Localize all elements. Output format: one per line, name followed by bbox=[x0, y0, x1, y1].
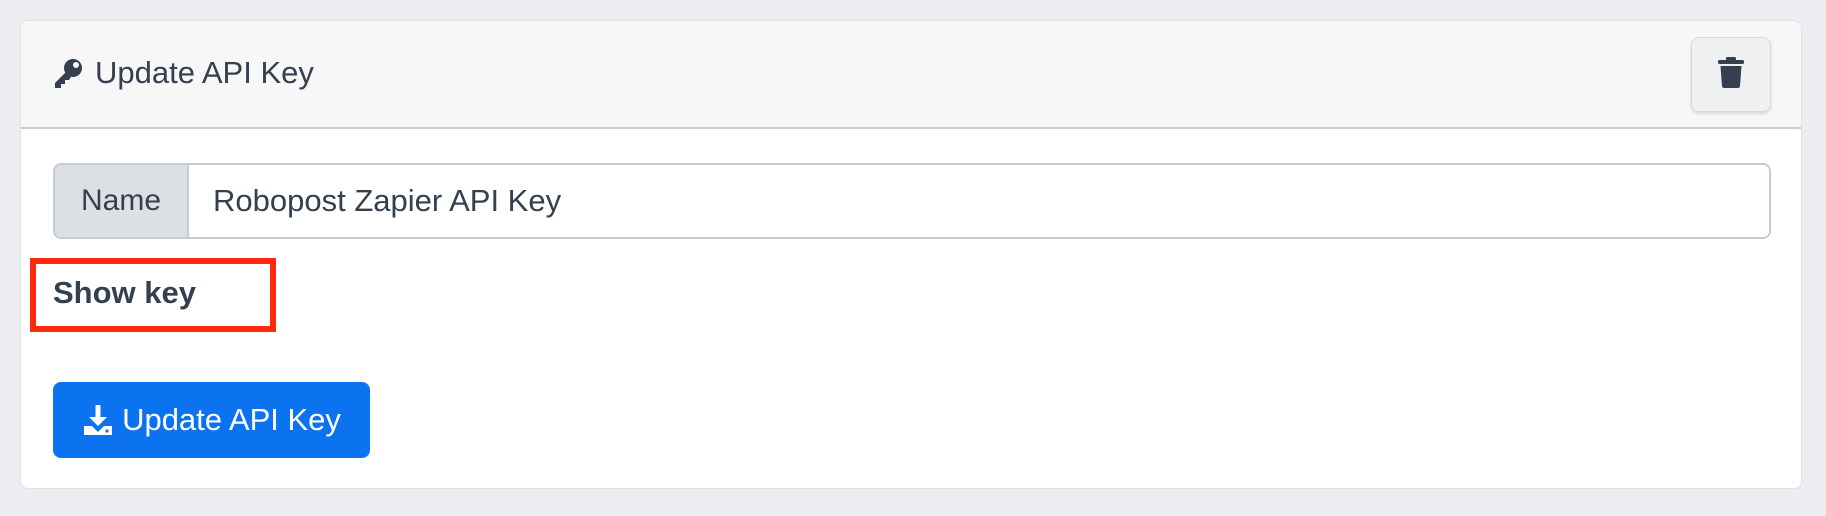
show-key-toggle[interactable]: Show key bbox=[53, 275, 196, 311]
delete-button[interactable] bbox=[1691, 37, 1771, 112]
name-input[interactable] bbox=[189, 165, 1769, 237]
card-header: Update API Key bbox=[21, 21, 1801, 129]
update-api-key-card: Update API Key Name Show key bbox=[20, 20, 1802, 489]
name-input-group: Name bbox=[53, 163, 1771, 239]
update-api-key-button[interactable]: Update API Key bbox=[53, 382, 370, 458]
card-title-text: Update API Key bbox=[95, 55, 314, 90]
card-title: Update API Key bbox=[51, 53, 314, 93]
update-button-label: Update API Key bbox=[122, 402, 341, 437]
key-icon bbox=[51, 56, 85, 90]
download-icon bbox=[82, 404, 114, 436]
name-label: Name bbox=[55, 165, 189, 237]
trash-icon bbox=[1717, 56, 1745, 93]
